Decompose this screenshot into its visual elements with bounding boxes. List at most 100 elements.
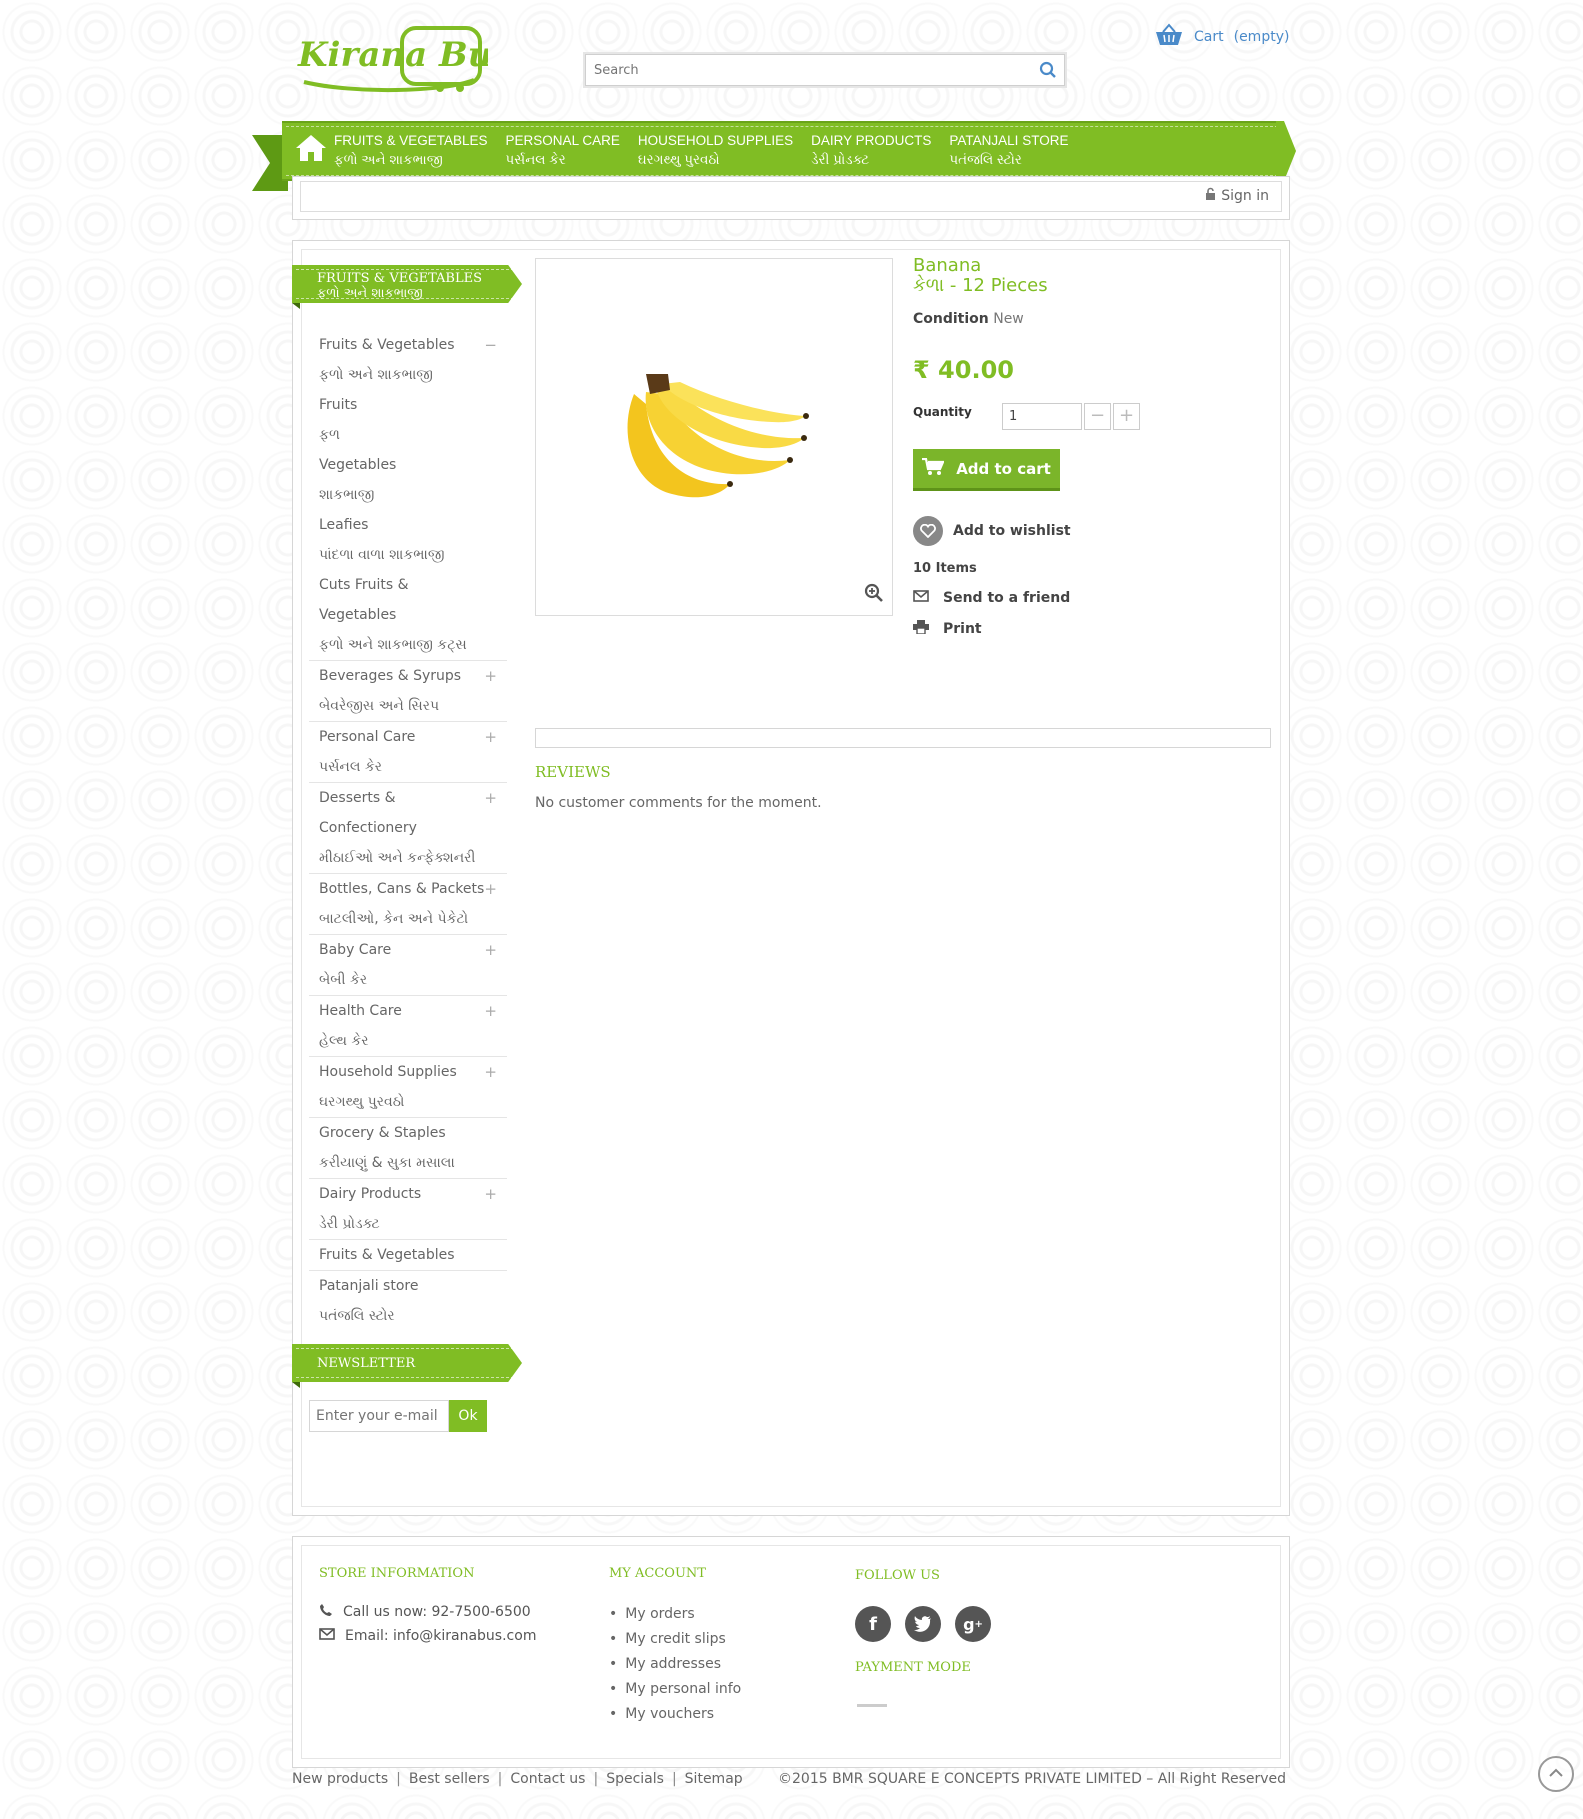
print-link[interactable]: Print xyxy=(913,620,982,638)
category-item[interactable]: Health Care હેલ્થ કેર + xyxy=(309,996,507,1057)
category-label[interactable]: બેવરેજીસ અને સિરપ xyxy=(319,691,507,721)
category-label[interactable]: ફળ xyxy=(319,420,507,450)
store-email-text: Email: info@kiranabus.com xyxy=(345,1628,537,1644)
category-label[interactable]: શાકભાજી xyxy=(319,480,507,510)
nav-item-fruits-vegetables[interactable]: FRUITS & VEGETABLES ફળો અને શાકભાજી xyxy=(334,131,488,169)
bottom-link-contact-us[interactable]: Contact us xyxy=(510,1771,585,1787)
expand-icon[interactable]: + xyxy=(484,1179,497,1209)
category-item[interactable]: Fruits & Vegetables xyxy=(309,1240,507,1271)
category-label[interactable]: ફળો અને શાકભાજી કટ્સ xyxy=(319,630,507,660)
category-label[interactable]: પાંદળા વાળા શાકભાજી xyxy=(319,540,507,570)
nav-item-label: FRUITS & VEGETABLES xyxy=(334,133,488,148)
bottom-link-sitemap[interactable]: Sitemap xyxy=(685,1771,743,1787)
store-email: Email: info@kiranabus.com xyxy=(319,1628,536,1644)
category-label[interactable]: Fruits xyxy=(319,390,507,420)
footer-link-my-personal-info[interactable]: My personal info xyxy=(609,1677,741,1702)
twitter-icon[interactable] xyxy=(905,1606,941,1642)
newsletter-email-input[interactable] xyxy=(309,1400,449,1432)
zoom-icon[interactable] xyxy=(864,583,884,607)
category-item[interactable]: Baby Care બેબી કેર + xyxy=(309,935,507,996)
category-label[interactable]: મીઠાઈઓ અને કન્ફેક્શનરી xyxy=(319,843,507,873)
nav-item-patanjali-store[interactable]: PATANJALI STORE પતંજલિ સ્ટોર xyxy=(949,131,1068,169)
footer-link-my-vouchers[interactable]: My vouchers xyxy=(609,1702,741,1727)
signin-link[interactable]: Sign in xyxy=(1205,187,1269,204)
quantity-input[interactable] xyxy=(1002,403,1082,430)
category-item[interactable]: Personal Care પર્સનલ કેર + xyxy=(309,722,507,783)
nav-item-label: PATANJALI STORE xyxy=(949,133,1069,148)
expand-icon[interactable]: + xyxy=(484,1057,497,1087)
category-label[interactable]: Leafies xyxy=(319,510,507,540)
category-label[interactable]: પર્સનલ કેર xyxy=(319,752,507,782)
footer-link-my-credit-slips[interactable]: My credit slips xyxy=(609,1627,741,1652)
category-label[interactable]: બેબી કેર xyxy=(319,965,507,995)
category-item[interactable]: Bottles, Cans & Packets બાટલીઓ, કેન અને પ… xyxy=(309,874,507,935)
category-item[interactable]: Dairy Products ડેરી પ્રોડક્ટ + xyxy=(309,1179,507,1240)
category-item[interactable]: Patanjali store પતંજલિ સ્ટોર xyxy=(309,1271,507,1331)
category-label[interactable]: Bottles, Cans & Packets xyxy=(319,874,507,904)
search-input[interactable] xyxy=(585,54,1065,86)
category-label[interactable]: Patanjali store xyxy=(319,1271,507,1301)
bottom-link-new-products[interactable]: New products xyxy=(292,1771,388,1787)
product-image[interactable] xyxy=(535,258,893,616)
expand-icon[interactable]: + xyxy=(484,935,497,965)
send-to-friend-link[interactable]: Send to a friend xyxy=(913,590,1070,606)
category-item[interactable]: Household Supplies ઘરગથ્થુ પુરવઠો + xyxy=(309,1057,507,1118)
category-label[interactable]: બાટલીઓ, કેન અને પેકેટો xyxy=(319,904,507,934)
footer-link-my-orders[interactable]: My orders xyxy=(609,1602,741,1627)
category-label[interactable]: Dairy Products xyxy=(319,1179,507,1209)
category-label[interactable]: Fruits & Vegetables xyxy=(319,1240,507,1270)
add-to-cart-button[interactable]: Add to cart xyxy=(913,449,1060,491)
lock-icon xyxy=(1205,187,1216,204)
category-label[interactable]: ડેરી પ્રોડક્ટ xyxy=(319,1209,507,1239)
category-label[interactable]: Beverages & Syrups xyxy=(319,661,507,691)
expand-icon[interactable]: + xyxy=(484,661,497,691)
footer-link-my-addresses[interactable]: My addresses xyxy=(609,1652,741,1677)
category-label[interactable]: Desserts & xyxy=(319,783,507,813)
category-label[interactable]: Household Supplies xyxy=(319,1057,507,1087)
category-label[interactable]: ફળો અને શાકભાજી xyxy=(319,360,507,390)
category-label[interactable]: Vegetables xyxy=(319,600,507,630)
category-label[interactable]: Confectionery xyxy=(319,813,507,843)
category-label[interactable]: Baby Care xyxy=(319,935,507,965)
bottom-link-best-sellers[interactable]: Best sellers xyxy=(409,1771,490,1787)
category-label[interactable]: Health Care xyxy=(319,996,507,1026)
product-price: ₹ 40.00 xyxy=(913,356,1014,384)
expand-icon[interactable]: + xyxy=(484,722,497,752)
cart-link[interactable]: Cart (empty) xyxy=(1154,23,1289,50)
category-label[interactable]: Personal Care xyxy=(319,722,507,752)
add-to-cart-label: Add to cart xyxy=(956,459,1051,478)
category-item[interactable]: Fruits & Vegetables ફળો અને શાકભાજી Fruits… xyxy=(309,330,507,661)
category-label[interactable]: Grocery & Staples xyxy=(319,1118,507,1148)
category-item[interactable]: Desserts & Confectionery મીઠાઈઓ અને કન્ફેક… xyxy=(309,783,507,874)
home-icon[interactable] xyxy=(294,133,330,169)
tab-bar xyxy=(535,728,1271,748)
scroll-to-top-button[interactable] xyxy=(1538,1756,1574,1792)
expand-icon[interactable]: + xyxy=(484,783,497,813)
collapse-icon[interactable]: − xyxy=(484,330,497,360)
category-label[interactable]: Cuts Fruits & xyxy=(319,570,507,600)
quantity-increase-button[interactable]: + xyxy=(1113,403,1140,430)
newsletter-ok-button[interactable]: Ok xyxy=(449,1400,487,1432)
search-icon[interactable] xyxy=(1039,61,1057,83)
quantity-decrease-button[interactable]: − xyxy=(1084,403,1111,430)
category-label[interactable]: કરીયાણું & સુકા મસાલા xyxy=(319,1148,507,1178)
expand-icon[interactable]: + xyxy=(484,996,497,1026)
nav-item-dairy-products[interactable]: DAIRY PRODUCTS ડેરી પ્રોડક્ટ xyxy=(811,131,931,169)
payment-logo xyxy=(857,1704,887,1707)
category-block-title: FRUITS & VEGETABLES ફળો અને શાકભાજી xyxy=(292,265,522,309)
category-item[interactable]: Grocery & Staples કરીયાણું & સુકા મસાલા xyxy=(309,1118,507,1179)
category-label[interactable]: પતંજલિ સ્ટોર xyxy=(319,1301,507,1331)
nav-item-personal-care[interactable]: PERSONAL CARE પર્સનલ કેર xyxy=(506,131,620,169)
site-logo[interactable]: Kirana Bus xyxy=(294,22,512,94)
category-label[interactable]: Vegetables xyxy=(319,450,507,480)
bottom-link-specials[interactable]: Specials xyxy=(606,1771,664,1787)
add-to-wishlist-link[interactable]: Add to wishlist xyxy=(913,516,1071,546)
category-label[interactable]: Fruits & Vegetables xyxy=(319,330,507,360)
google-plus-icon[interactable]: g + xyxy=(955,1606,991,1642)
facebook-icon[interactable]: f xyxy=(855,1606,891,1642)
category-label[interactable]: ઘરગથ્થુ પુરવઠો xyxy=(319,1087,507,1117)
category-label[interactable]: હેલ્થ કેર xyxy=(319,1026,507,1056)
category-item[interactable]: Beverages & Syrups બેવરેજીસ અને સિરપ + xyxy=(309,661,507,722)
nav-item-household-supplies[interactable]: HOUSEHOLD SUPPLIES ઘરગથ્થુ પુરવઠો xyxy=(638,131,793,169)
expand-icon[interactable]: + xyxy=(484,874,497,904)
